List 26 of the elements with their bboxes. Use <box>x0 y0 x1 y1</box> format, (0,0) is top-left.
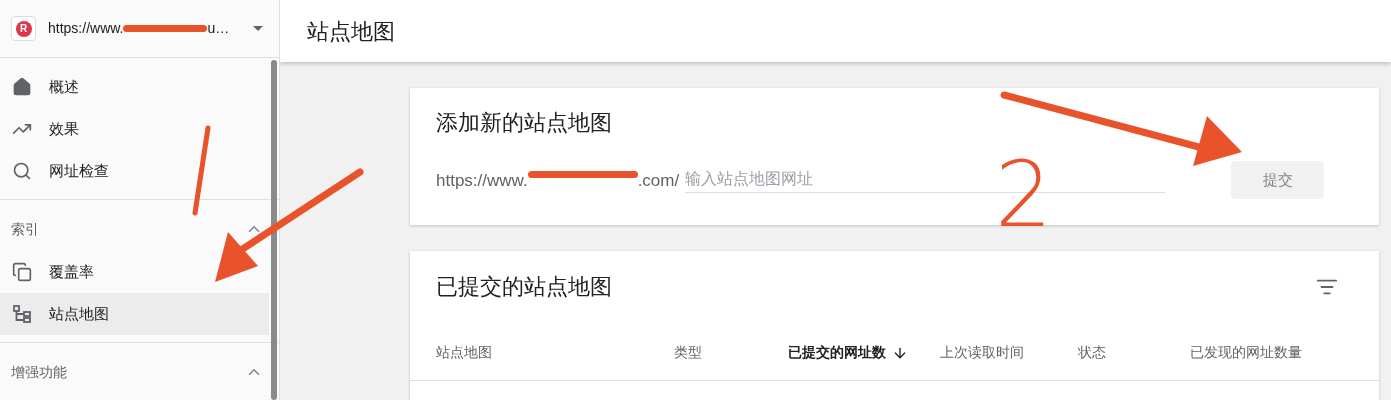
nav-section-header[interactable]: 增强功能 <box>0 350 269 394</box>
card-title: 添加新的站点地图 <box>436 109 613 137</box>
tree-icon <box>12 304 32 324</box>
copy-icon <box>12 262 32 282</box>
column-header[interactable]: 站点地图 <box>436 342 674 363</box>
home-icon <box>12 77 32 97</box>
nav-item[interactable]: 效果 <box>0 108 269 150</box>
dropdown-icon <box>253 26 263 31</box>
nav-item[interactable]: 覆盖率 <box>0 251 269 293</box>
nav-section-header[interactable]: 索引 <box>0 207 269 251</box>
property-selector[interactable]: https://www. u… <box>48 18 265 39</box>
column-header[interactable]: 类型 <box>674 342 788 363</box>
nav-item[interactable]: 概述 <box>0 66 269 108</box>
url-suffix: .com/ <box>637 169 680 192</box>
nav-item[interactable]: 网址检查 <box>0 150 269 192</box>
column-header[interactable]: 已发现的网址数量 <box>1190 342 1330 363</box>
property-logo: R <box>11 16 36 41</box>
search-icon <box>12 161 32 181</box>
card-title: 已提交的站点地图 <box>436 273 612 301</box>
column-header[interactable]: 已提交的网址数 <box>788 342 940 363</box>
nav-item[interactable]: 站点地图 <box>0 293 269 335</box>
page-title: 站点地图 <box>307 17 395 46</box>
url-prefix: https://www. <box>436 169 528 192</box>
column-header[interactable]: 状态 <box>1078 342 1190 363</box>
scrollbar[interactable] <box>271 60 277 400</box>
column-header[interactable]: 上次读取时间 <box>940 342 1078 363</box>
